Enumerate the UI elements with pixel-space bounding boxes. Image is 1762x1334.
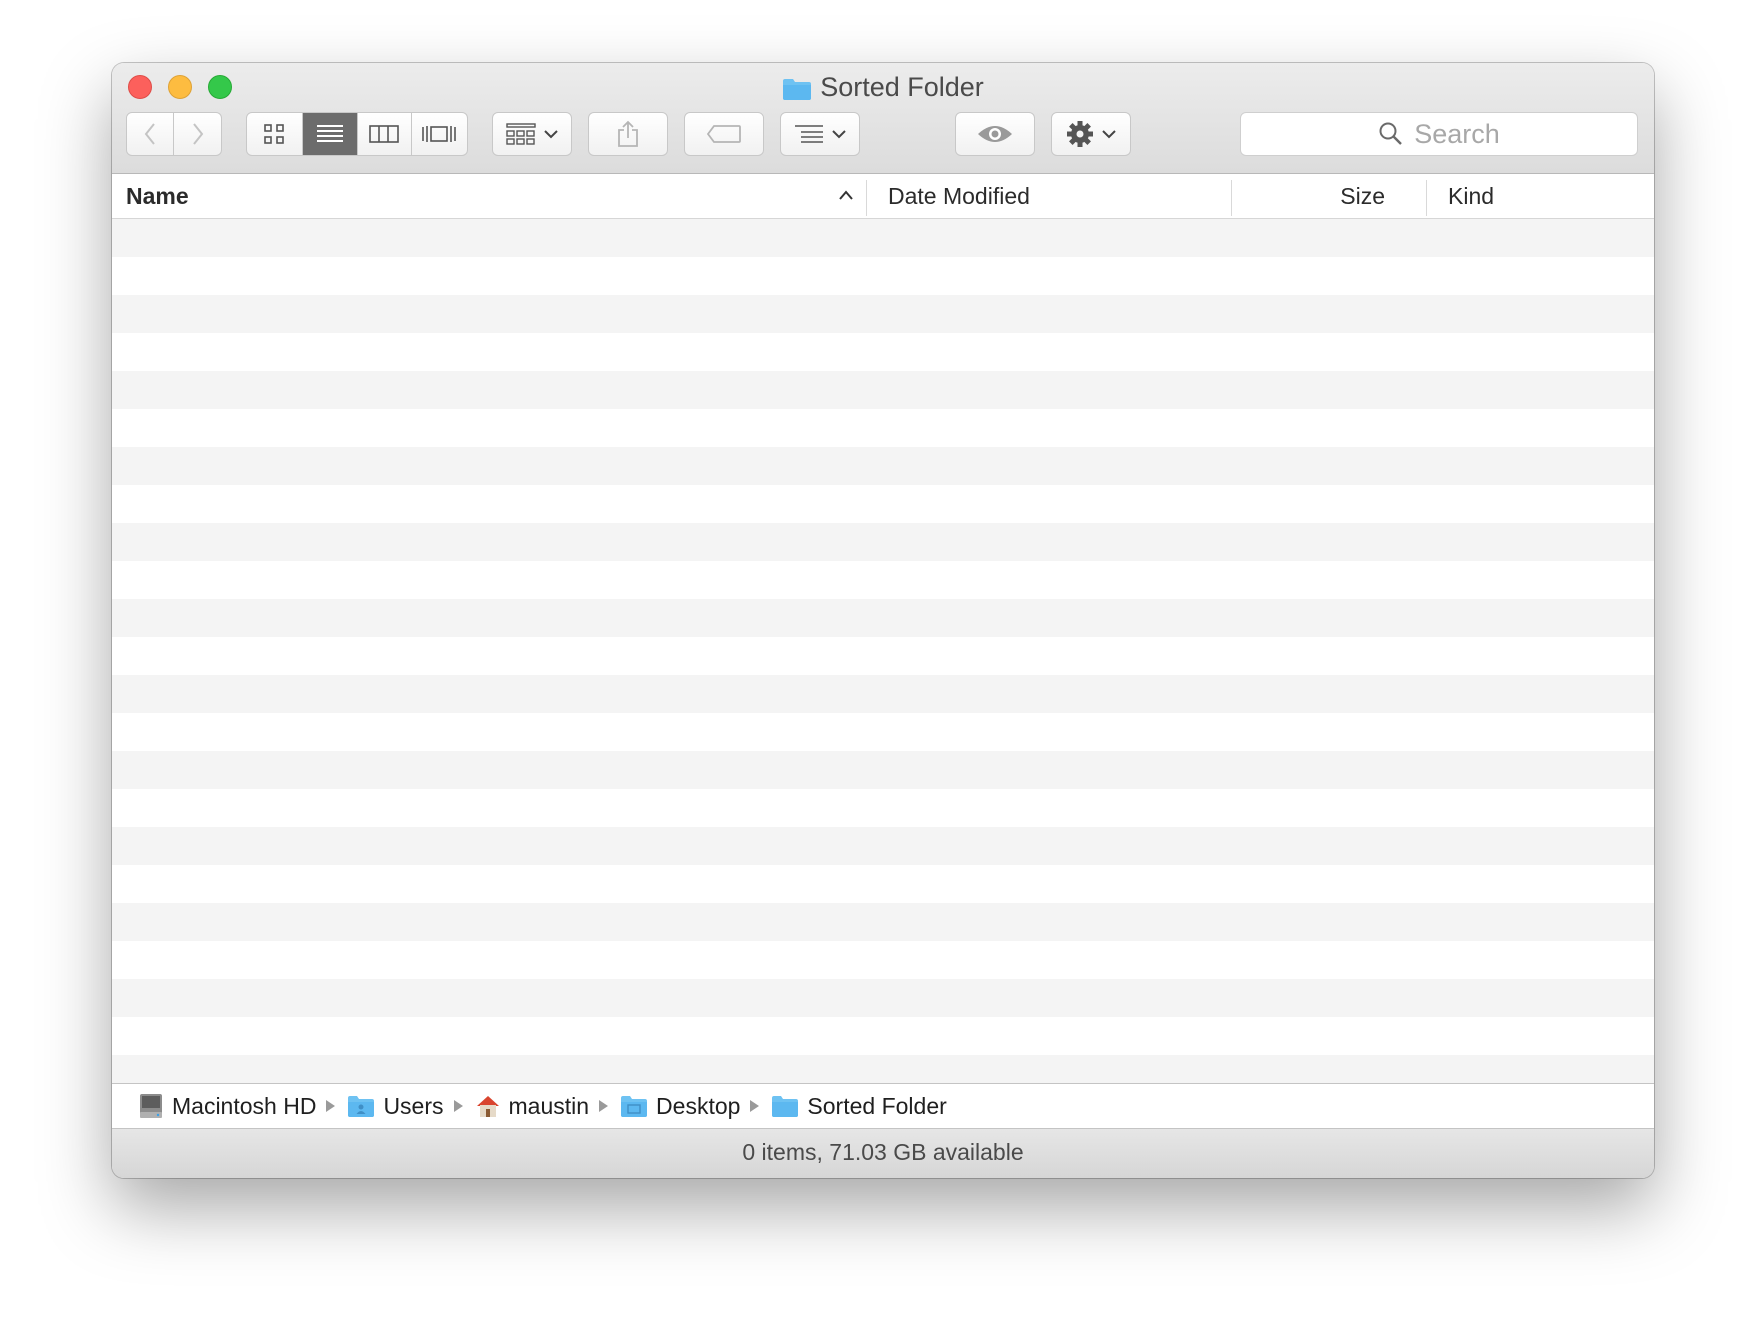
path-item-label: Users (383, 1092, 444, 1119)
column-separator[interactable] (1426, 180, 1427, 216)
column-name-label: Name (126, 183, 189, 209)
path-item-maustin[interactable]: maustin (475, 1092, 590, 1120)
empty-row (112, 751, 1654, 789)
column-size[interactable]: Size (1232, 174, 1406, 218)
empty-row (112, 675, 1654, 713)
column-size-label: Size (1340, 183, 1385, 209)
icon-view-button[interactable] (247, 113, 303, 155)
icon-view-icon (264, 124, 285, 144)
empty-row (112, 257, 1654, 295)
cover-flow-button[interactable] (412, 113, 467, 155)
window-title: Sorted Folder (112, 69, 1654, 110)
list-view-icon (316, 125, 343, 142)
path-item-label: Macintosh HD (172, 1092, 317, 1119)
chevron-down-icon (832, 130, 846, 139)
path-item-label: maustin (508, 1092, 590, 1119)
chevron-down-icon (544, 130, 558, 139)
list-options-icon (795, 125, 823, 143)
empty-row (112, 599, 1654, 637)
empty-row (112, 1017, 1654, 1055)
list-view-button[interactable] (302, 113, 358, 155)
empty-row (112, 523, 1654, 561)
folder-icon (772, 1096, 799, 1117)
path-item-users[interactable]: Users (347, 1092, 444, 1120)
empty-row (112, 903, 1654, 941)
column-header: Name Date Modified Size Kind (112, 174, 1654, 219)
desktop-background: Sorted Folder Search Name Date Modified … (0, 0, 1762, 1334)
sort-ascending-icon (839, 190, 853, 200)
hard-drive-icon (140, 1094, 162, 1118)
path-item-macintosh-hd[interactable]: Macintosh HD (138, 1092, 316, 1120)
column-name[interactable]: Name (126, 174, 866, 218)
column-view-button[interactable] (358, 113, 412, 155)
column-date-modified[interactable]: Date Modified (888, 174, 1218, 218)
quick-look-button[interactable] (955, 112, 1035, 156)
search-placeholder: Search (1414, 118, 1500, 149)
empty-row (112, 295, 1654, 333)
tag-button[interactable] (684, 112, 764, 156)
path-separator-arrow (453, 1100, 463, 1112)
finder-window: Sorted Folder Search Name Date Modified … (112, 63, 1654, 1178)
column-date-modified-label: Date Modified (888, 183, 1030, 209)
title-toolbar: Sorted Folder Search (112, 63, 1654, 174)
path-separator-arrow (599, 1100, 609, 1112)
path-separator-arrow (750, 1100, 760, 1112)
path-item-desktop[interactable]: Desktop (620, 1093, 740, 1120)
desktop-folder-icon (621, 1096, 648, 1117)
column-view-icon (369, 125, 400, 143)
empty-row (112, 219, 1654, 257)
search-field[interactable]: Search (1240, 112, 1638, 156)
path-item-label: Desktop (656, 1092, 741, 1119)
empty-row (112, 371, 1654, 409)
tag-icon (706, 125, 741, 143)
chevron-right-icon (192, 123, 203, 145)
folder-icon (782, 74, 812, 110)
column-kind-label: Kind (1448, 183, 1495, 209)
back-button[interactable] (127, 113, 175, 155)
empty-row (112, 789, 1654, 827)
empty-row (112, 333, 1654, 371)
empty-row (112, 941, 1654, 979)
home-icon (476, 1096, 499, 1117)
action-button[interactable] (1051, 112, 1131, 156)
path-item-label: Sorted Folder (807, 1092, 947, 1119)
empty-row (112, 637, 1654, 675)
window-title-text: Sorted Folder (820, 72, 984, 102)
forward-button[interactable] (174, 113, 221, 155)
empty-row (112, 485, 1654, 523)
arrange-icon (506, 123, 536, 145)
empty-row (112, 865, 1654, 903)
status-bar: 0 items, 71.03 GB available (112, 1129, 1654, 1178)
path-item-sorted-folder[interactable]: Sorted Folder (771, 1092, 947, 1120)
status-text: 0 items, 71.03 GB available (742, 1139, 1024, 1165)
path-bar: Macintosh HD Users maustin Desktop Sorte… (112, 1083, 1654, 1129)
column-separator[interactable] (866, 180, 867, 216)
nav-buttons (126, 112, 222, 156)
empty-row (112, 1055, 1654, 1083)
eye-icon (978, 126, 1012, 142)
users-folder-icon (348, 1096, 375, 1117)
gear-icon (1067, 121, 1093, 147)
empty-row (112, 979, 1654, 1017)
path-separator-arrow (326, 1100, 336, 1112)
view-mode-control (246, 112, 468, 156)
empty-row (112, 447, 1654, 485)
share-button[interactable] (588, 112, 668, 156)
share-icon (618, 120, 638, 147)
search-icon (1379, 122, 1403, 145)
cover-flow-icon (422, 126, 457, 142)
group-by-button[interactable] (780, 112, 860, 156)
file-list[interactable] (112, 219, 1654, 1083)
empty-row (112, 561, 1654, 599)
empty-row (112, 713, 1654, 751)
chevron-left-icon (144, 123, 155, 145)
column-kind[interactable]: Kind (1448, 174, 1648, 218)
empty-row (112, 827, 1654, 865)
chevron-down-icon (1102, 130, 1116, 139)
arrange-button[interactable] (492, 112, 572, 156)
empty-row (112, 409, 1654, 447)
